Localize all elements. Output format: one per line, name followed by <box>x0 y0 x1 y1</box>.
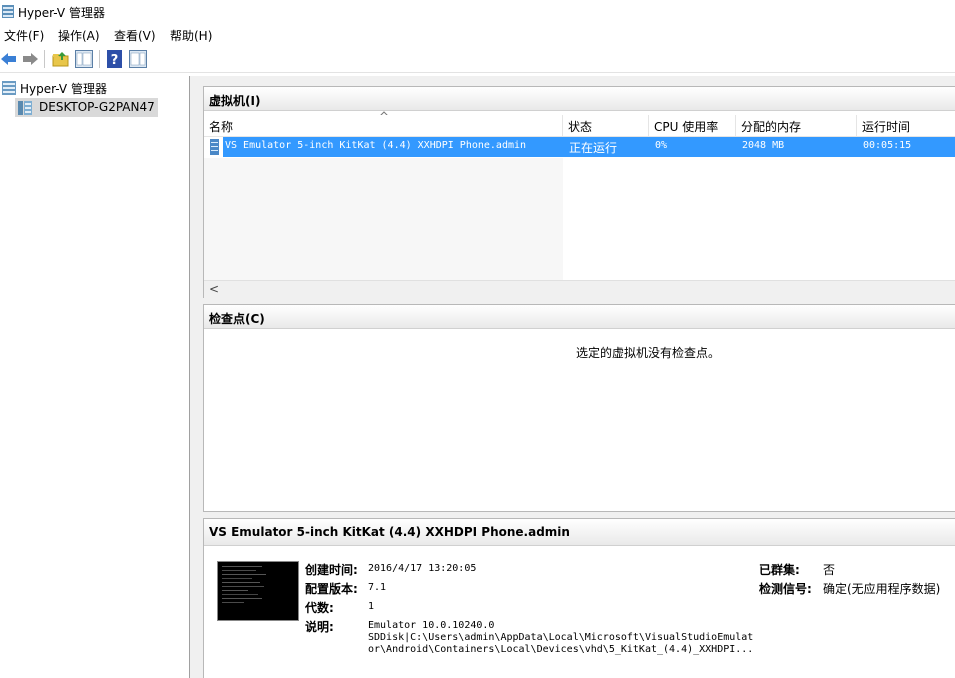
vm-cpu: 0% <box>655 140 668 151</box>
notes-line-1: Emulator 10.0.10240.0 <box>368 620 495 631</box>
up-folder-icon[interactable] <box>52 50 70 68</box>
svg-text:?: ? <box>111 53 119 68</box>
vm-thumbnail[interactable] <box>217 561 299 621</box>
notes-line-3: or\Android\Containers\Local\Devices\vhd\… <box>368 644 754 655</box>
back-arrow-icon[interactable] <box>0 50 18 68</box>
menu-action[interactable]: 操作(A) <box>58 27 100 44</box>
notes-line-2: SDDisk|C:\Users\admin\AppData\Local\Micr… <box>368 632 754 643</box>
vm-horizontal-scrollbar[interactable]: < <box>204 280 955 298</box>
config-version-value: 7.1 <box>368 582 387 593</box>
window-title: Hyper-V 管理器 <box>18 6 105 20</box>
column-state[interactable]: 状态 <box>563 115 649 136</box>
vm-icon <box>210 139 219 155</box>
toolbar-separator <box>44 50 45 68</box>
vm-uptime: 00:05:15 <box>863 140 912 151</box>
generation-label: 代数: <box>305 601 334 615</box>
vm-memory: 2048 MB <box>742 140 785 151</box>
vm-pane-header: 虚拟机(I) <box>204 87 955 111</box>
vm-state: 正在运行 <box>569 141 618 155</box>
heartbeat-label: 检测信号: <box>759 582 812 596</box>
generation-value: 1 <box>368 601 375 612</box>
column-memory[interactable]: 分配的内存 <box>736 115 857 136</box>
menu-help[interactable]: 帮助(H) <box>170 27 212 44</box>
heartbeat-value: 确定(无应用程序数据) <box>823 582 941 596</box>
tree-node-server: DESKTOP-G2PAN47 <box>39 100 155 114</box>
vm-list-empty-area <box>563 158 955 282</box>
created-label: 创建时间: <box>305 563 358 577</box>
vm-row-selection: VS Emulator 5-inch KitKat (4.4) XXHDPI P… <box>223 137 955 157</box>
hyperv-app-icon <box>2 5 14 18</box>
help-icon[interactable]: ? <box>106 50 124 68</box>
title-bar: Hyper-V 管理器 <box>0 0 955 24</box>
toolbar-separator <box>99 50 100 68</box>
details-pane-header: VS Emulator 5-inch KitKat (4.4) XXHDPI P… <box>204 519 955 546</box>
checkpoints-empty-message: 选定的虚拟机没有检查点。 <box>576 346 721 360</box>
config-version-label: 配置版本: <box>305 582 358 596</box>
column-name[interactable]: 名称 <box>204 115 563 136</box>
clustered-label: 已群集: <box>759 563 800 577</box>
vm-list-name-column-bg <box>204 158 563 282</box>
vm-column-headers: 名称 状态 CPU 使用率 分配的内存 运行时间 <box>204 115 955 137</box>
vm-pane: 虚拟机(I) 名称 状态 CPU 使用率 分配的内存 运行时间 VS Emula… <box>203 86 955 298</box>
hyperv-root-icon <box>2 81 16 95</box>
forward-arrow-icon[interactable] <box>21 50 39 68</box>
tree-node-root[interactable]: Hyper-V 管理器 <box>20 80 107 97</box>
clustered-value: 否 <box>823 563 836 577</box>
column-cpu[interactable]: CPU 使用率 <box>649 115 736 136</box>
vm-name: VS Emulator 5-inch KitKat (4.4) XXHDPI P… <box>225 140 527 151</box>
show-hide-tree-icon[interactable] <box>75 50 93 68</box>
column-uptime[interactable]: 运行时间 <box>857 115 955 136</box>
checkpoints-pane: 检查点(C) 选定的虚拟机没有检查点。 <box>203 304 955 512</box>
menu-file[interactable]: 文件(F) <box>4 27 44 44</box>
menu-view[interactable]: 查看(V) <box>114 27 156 44</box>
created-value: 2016/4/17 13:20:05 <box>368 563 477 574</box>
vm-row[interactable]: VS Emulator 5-inch KitKat (4.4) XXHDPI P… <box>204 137 955 157</box>
details-pane: VS Emulator 5-inch KitKat (4.4) XXHDPI P… <box>203 518 955 678</box>
scroll-left-arrow-icon[interactable]: < <box>209 282 219 296</box>
vm-screen-preview-icon <box>222 566 266 603</box>
toolbar: ? <box>0 46 955 73</box>
navigation-tree: Hyper-V 管理器 DESKTOP-G2PAN47 <box>0 76 190 678</box>
menu-bar: 文件(F) 操作(A) 查看(V) 帮助(H) <box>0 24 955 46</box>
server-icon <box>18 101 32 115</box>
tree-node-server-selection[interactable]: DESKTOP-G2PAN47 <box>15 98 158 117</box>
notes-label: 说明: <box>305 620 334 634</box>
action-pane-icon[interactable] <box>129 50 147 68</box>
checkpoints-pane-header: 检查点(C) <box>204 305 955 329</box>
